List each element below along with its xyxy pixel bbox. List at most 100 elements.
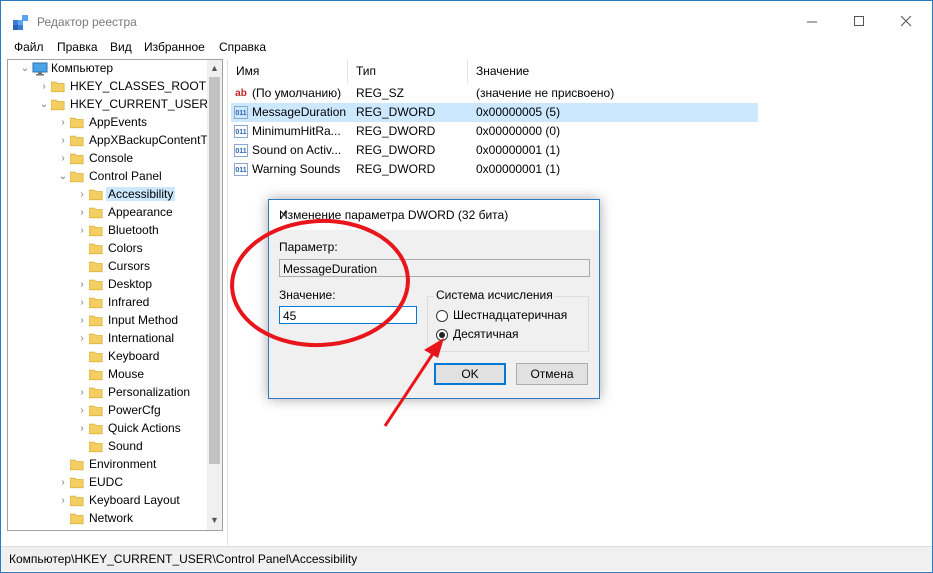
value-row[interactable]: 011 MessageDuration REG_DWORD 0x00000005 (5… — [231, 103, 758, 122]
tree-item[interactable]: › Personalization — [8, 384, 208, 402]
value-name: Warning Sounds — [252, 162, 341, 176]
expand-chevron-icon[interactable]: › — [77, 207, 87, 219]
tree-item[interactable]: › International — [8, 330, 208, 348]
tree-item[interactable]: Sound — [8, 438, 208, 456]
tree-item[interactable]: › AppEvents — [8, 114, 208, 132]
tree-item[interactable]: › Quick Actions — [8, 420, 208, 438]
base-groupbox: Система исчисления Шестнадцатеричная Дес… — [427, 288, 589, 352]
binary-value-icon: 011 — [234, 125, 248, 138]
expand-chevron-icon[interactable]: › — [77, 225, 87, 237]
maximize-button[interactable] — [844, 7, 874, 35]
folder-icon — [89, 387, 103, 399]
computer-icon — [32, 62, 48, 76]
tree-item[interactable]: Mouse — [8, 366, 208, 384]
tree-item[interactable]: › HKEY_CLASSES_ROOT — [8, 78, 208, 96]
tree-item[interactable]: Cursors — [8, 258, 208, 276]
dialog-title-bar: Изменение параметра DWORD (32 бита) ✕ — [269, 200, 599, 230]
tree-item[interactable]: Colors — [8, 240, 208, 258]
ok-button[interactable]: OK — [434, 363, 506, 385]
tree-item[interactable]: › Input Method — [8, 312, 208, 330]
collapse-chevron-icon[interactable]: ⌄ — [20, 63, 30, 75]
dialog-close-icon[interactable]: ✕ — [279, 208, 591, 222]
value-row[interactable]: ab (По умолчанию) REG_SZ (значение не присв… — [231, 84, 758, 103]
tree-item[interactable]: › EUDC — [8, 474, 208, 492]
minimize-icon — [806, 21, 817, 22]
tree-item[interactable]: › PowerCfg — [8, 402, 208, 420]
expand-chevron-icon[interactable]: › — [77, 333, 87, 345]
tree-item[interactable]: › Infrared — [8, 294, 208, 312]
expand-chevron-icon[interactable]: › — [77, 279, 87, 291]
tree-item[interactable]: ⌄ Компьютер — [8, 60, 208, 78]
tree-item[interactable]: ⌄ Control Panel — [8, 168, 208, 186]
expand-chevron-icon[interactable]: › — [77, 189, 87, 201]
column-header-value[interactable]: Значение — [468, 59, 758, 83]
expand-chevron-icon[interactable]: › — [77, 315, 87, 327]
tree-item-label: PowerCfg — [108, 403, 161, 417]
expand-chevron-icon[interactable]: › — [77, 423, 87, 435]
scroll-up-icon[interactable]: ▲ — [207, 60, 222, 76]
tree-item[interactable]: › Accessibility — [8, 186, 208, 204]
value-row[interactable]: 011 MinimumHitRa... REG_DWORD 0x00000000 (0… — [231, 122, 758, 141]
folder-icon — [89, 279, 103, 291]
tree-item[interactable]: ⌄ HKEY_CURRENT_USER — [8, 96, 208, 114]
radio-hex[interactable] — [436, 310, 448, 322]
column-header-name[interactable]: Имя — [228, 59, 348, 83]
tree-item[interactable]: › Keyboard Layout — [8, 492, 208, 510]
radio-hex-label[interactable]: Шестнадцатеричная — [453, 308, 567, 322]
column-header-type[interactable]: Тип — [348, 59, 468, 83]
menu-edit[interactable]: Правка — [57, 40, 98, 54]
expand-chevron-icon[interactable]: › — [77, 405, 87, 417]
registry-tree[interactable]: ⌄ Компьютер › HKEY_CLASSES_ROOT ⌄ HKEY_CURREN… — [7, 59, 223, 531]
value-data: (значение не присвоено) — [476, 86, 615, 100]
expand-chevron-icon[interactable]: › — [58, 495, 68, 507]
tree-item[interactable]: › Desktop — [8, 276, 208, 294]
value-input[interactable]: 45 — [279, 306, 417, 324]
value-row[interactable]: 011 Warning Sounds REG_DWORD 0x00000001 (1) — [231, 160, 758, 179]
close-button[interactable] — [891, 7, 921, 35]
value-name: (По умолчанию) — [252, 86, 342, 100]
tree-item-label: Desktop — [108, 277, 153, 291]
expand-chevron-icon[interactable]: › — [39, 81, 49, 93]
folder-icon — [70, 495, 84, 507]
tree-item-label: Network — [89, 511, 134, 525]
collapse-chevron-icon[interactable]: ⌄ — [39, 99, 49, 111]
value-data: 0x00000001 (1) — [476, 143, 561, 157]
tree-item[interactable]: Environment — [8, 456, 208, 474]
tree-item-label: Компьютер — [51, 61, 114, 75]
tree-item[interactable]: › Bluetooth — [8, 222, 208, 240]
expand-chevron-icon[interactable]: › — [58, 117, 68, 129]
tree-item[interactable]: Keyboard — [8, 348, 208, 366]
folder-icon — [70, 171, 84, 183]
folder-icon — [89, 243, 103, 255]
collapse-chevron-icon[interactable]: ⌄ — [58, 171, 68, 183]
expand-chevron-icon[interactable]: › — [58, 153, 68, 165]
cancel-button[interactable]: Отмена — [516, 363, 588, 385]
expand-chevron-icon[interactable]: › — [58, 477, 68, 489]
tree-item[interactable]: Network — [8, 510, 208, 528]
folder-icon — [89, 315, 103, 327]
radio-dec-label[interactable]: Десятичная — [453, 327, 519, 341]
menu-help[interactable]: Справка — [219, 40, 266, 54]
tree-item[interactable]: › Appearance — [8, 204, 208, 222]
tree-item-label: Personalization — [108, 385, 191, 399]
tree-item[interactable]: › Console — [8, 150, 208, 168]
scroll-thumb[interactable] — [209, 77, 220, 464]
folder-icon — [89, 351, 103, 363]
menu-file[interactable]: Файл — [14, 40, 44, 54]
value-row[interactable]: 011 Sound on Activ... REG_DWORD 0x00000001 … — [231, 141, 758, 160]
tree-item-label: Console — [89, 151, 134, 165]
menu-favorites[interactable]: Избранное — [144, 40, 205, 54]
tree-item[interactable]: › AppXBackupContentT — [8, 132, 208, 150]
menu-view[interactable]: Вид — [110, 40, 132, 54]
expand-chevron-icon[interactable]: › — [77, 297, 87, 309]
title-bar: Редактор реестра — [1, 1, 932, 39]
minimize-button[interactable] — [797, 7, 827, 35]
scroll-down-icon[interactable]: ▼ — [207, 512, 222, 528]
expand-chevron-icon[interactable]: › — [58, 135, 68, 147]
folder-icon — [89, 405, 103, 417]
radio-dec[interactable] — [436, 329, 448, 341]
expand-chevron-icon[interactable]: › — [77, 387, 87, 399]
tree-scrollbar[interactable]: ▲ ▼ — [207, 60, 222, 530]
base-group-label: Система исчисления — [434, 288, 555, 302]
value-name: Sound on Activ... — [252, 143, 342, 157]
